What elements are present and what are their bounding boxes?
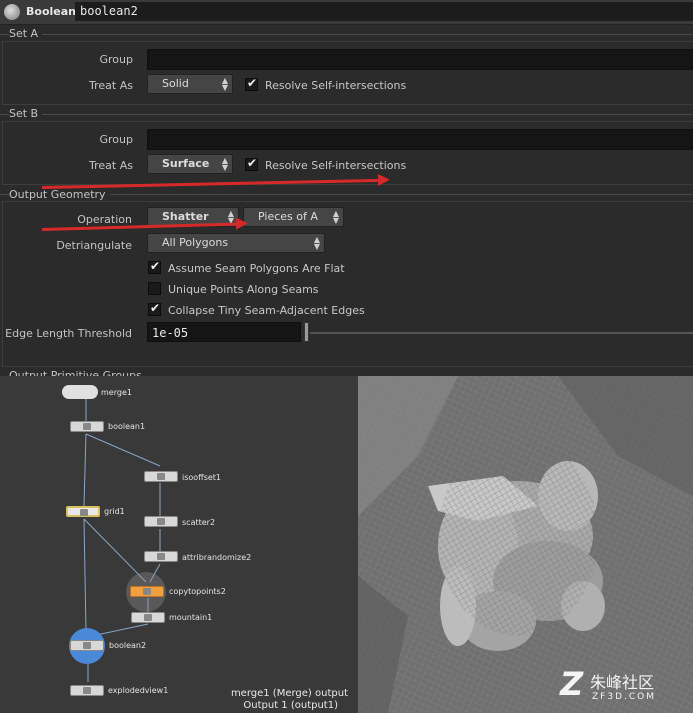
set-a-resolve-label: Resolve Self-intersections — [265, 79, 407, 92]
set-b-treat-as-menu[interactable]: Surface ▲ ▼ — [147, 154, 233, 174]
mountain-icon — [144, 614, 152, 621]
updown-arrow-icon: ▲ ▼ — [221, 76, 228, 92]
network-node-attribrandomize2[interactable] — [144, 551, 178, 562]
operation-value: Shatter — [162, 210, 209, 223]
set-a-resolve-checkbox[interactable]: ✔ — [245, 76, 258, 91]
watermark-text: 朱峰社区 — [590, 673, 655, 692]
set-b-resolve-label: Resolve Self-intersections — [265, 159, 407, 172]
network-node-isooffset1[interactable] — [144, 471, 178, 482]
edge-threshold-field[interactable]: 1e-05 — [147, 322, 301, 342]
set-b-group-field[interactable] — [147, 129, 693, 150]
collapse-tiny-edges-label: Collapse Tiny Seam-Adjacent Edges — [168, 304, 365, 317]
attribrandomize-icon — [157, 553, 165, 560]
output-geometry-section: Output Geometry Operation Shatter ▲ ▼ Pie… — [0, 185, 693, 367]
set-a-treat-as-menu[interactable]: Solid ▲ ▼ — [147, 74, 233, 94]
network-node-mountain1[interactable] — [131, 612, 165, 623]
node-type-label: Boolean — [26, 5, 76, 18]
detriangulate-label: Detriangulate — [56, 239, 132, 252]
boolean-icon — [83, 423, 91, 430]
check-icon: ✔ — [150, 259, 161, 273]
boolean-node-icon — [4, 4, 20, 20]
updown-arrow-icon: ▲ ▼ — [221, 156, 228, 172]
check-icon: ✔ — [150, 301, 161, 315]
network-node-explodedview1[interactable] — [70, 685, 104, 696]
set-a-treat-as-label: Treat As — [89, 79, 133, 92]
detriangulate-menu[interactable]: All Polygons ▲ ▼ — [147, 233, 325, 253]
unique-points-checkbox[interactable] — [148, 282, 161, 295]
operation-label: Operation — [77, 213, 132, 226]
output-info-line1: merge1 (Merge) output — [230, 688, 348, 699]
output-geometry-title: Output Geometry — [9, 188, 110, 201]
network-node-label: boolean1 — [108, 422, 146, 431]
edge-threshold-slider-handle[interactable] — [304, 322, 309, 342]
assume-seam-flat-label: Assume Seam Polygons Are Flat — [168, 262, 345, 275]
network-node-label: copytopoints2 — [169, 587, 226, 596]
set-b-treat-as-value: Surface — [162, 157, 210, 170]
edge-threshold-slider-track[interactable] — [310, 332, 693, 334]
explodedview-icon — [83, 687, 91, 694]
output-primitive-groups-title: Output Primitive Groups — [9, 369, 146, 376]
check-icon: ✔ — [247, 76, 258, 90]
network-node-boolean1[interactable] — [70, 421, 104, 432]
network-node-label: scatter2 — [182, 518, 216, 527]
isooffset-icon — [157, 473, 165, 480]
network-node-label: explodedview1 — [108, 686, 169, 695]
boolean-icon — [83, 642, 91, 649]
network-node-label: mountain1 — [169, 613, 213, 622]
set-a-treat-as-value: Solid — [162, 77, 189, 90]
output-info-line2: Output 1 (output1) — [243, 700, 338, 711]
node-name-field[interactable]: boolean2 — [75, 2, 693, 21]
network-node-label: boolean2 — [109, 641, 147, 650]
network-node-label: attribrandomize2 — [182, 553, 252, 562]
set-a-section: Set A Group Treat As Solid ▲ ▼ ✔ Resolve … — [0, 25, 693, 105]
viewport-scene — [358, 376, 693, 713]
edge-threshold-label: Edge Length Threshold — [5, 327, 132, 340]
collapse-tiny-edges-checkbox[interactable]: ✔ — [148, 301, 161, 316]
set-a-group-label: Group — [99, 53, 134, 66]
network-node-boolean2[interactable] — [70, 640, 104, 651]
set-b-treat-as-label: Treat As — [89, 159, 133, 172]
grid-icon — [80, 509, 88, 516]
set-b-title: Set B — [9, 107, 43, 120]
assume-seam-flat-checkbox[interactable]: ✔ — [148, 259, 161, 274]
unique-points-label: Unique Points Along Seams — [168, 283, 319, 296]
parameter-header: Boolean boolean2 — [0, 0, 693, 25]
watermark-url: ZF3D.COM — [592, 692, 656, 702]
network-editor[interactable]: merge1 boolean1 isooffset1 grid1 scatter… — [0, 376, 358, 713]
network-node-grid1[interactable] — [66, 506, 100, 517]
updown-arrow-icon: ▲ ▼ — [313, 235, 320, 251]
set-b-section: Set B Group Treat As Surface ▲ ▼ ✔ Resolv… — [0, 105, 693, 185]
set-b-resolve-checkbox[interactable]: ✔ — [245, 156, 258, 171]
detriangulate-value: All Polygons — [162, 236, 229, 249]
merge-node-body[interactable] — [62, 385, 98, 399]
network-node-copytopoints2[interactable] — [130, 586, 164, 597]
check-icon: ✔ — [247, 156, 258, 170]
watermark-logo: Z — [560, 665, 584, 703]
network-node-label: grid1 — [104, 507, 125, 516]
network-node-label: isooffset1 — [182, 473, 222, 482]
network-node-scatter2[interactable] — [144, 516, 178, 527]
updown-arrow-icon: ▲ ▼ — [332, 209, 339, 225]
set-a-title: Set A — [9, 27, 43, 40]
operation-sub-value: Pieces of A — [258, 210, 318, 223]
copytopoints-icon — [143, 588, 151, 595]
network-node-label: merge1 — [101, 388, 132, 397]
network-wires — [83, 398, 161, 682]
scatter-icon — [157, 518, 165, 525]
operation-sub-menu[interactable]: Pieces of A ▲ ▼ — [243, 207, 344, 227]
scene-viewport[interactable] — [358, 376, 693, 713]
set-b-group-label: Group — [99, 133, 134, 146]
set-a-group-field[interactable] — [147, 49, 693, 70]
